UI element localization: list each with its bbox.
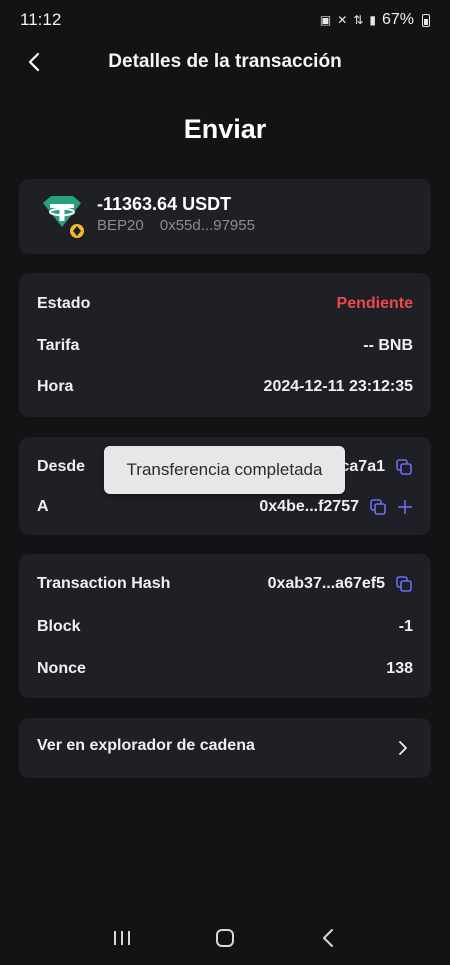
nonce-value: 138 <box>386 660 413 677</box>
battery-saver-icon: ▣ <box>319 13 332 27</box>
data-icon: ⇅ <box>353 13 364 27</box>
block-label: Block <box>37 618 81 635</box>
status-label: Estado <box>37 295 91 312</box>
fee-row: Tarifa -- BNB <box>19 331 431 361</box>
to-row: A 0x4be...f2757 <box>19 492 431 522</box>
back-icon <box>323 928 334 947</box>
home-icon <box>215 928 234 947</box>
copy-icon[interactable] <box>369 498 387 516</box>
status-value: Pendiente <box>336 295 413 312</box>
transaction-info-card: Estado Pendiente Tarifa -- BNB Hora 2024… <box>19 273 431 417</box>
back-button[interactable] <box>22 48 46 76</box>
page-title: Enviar <box>183 114 267 144</box>
recent-apps-button[interactable] <box>102 918 142 958</box>
toast-message: Transferencia completada <box>104 446 345 494</box>
to-address: 0x4be...f2757 <box>259 498 359 515</box>
header: Detalles de la transacción <box>0 40 450 84</box>
time-row: Hora 2024-12-11 23:12:35 <box>19 372 431 402</box>
asset-contract-address: 0x55d...97955 <box>159 217 255 234</box>
status-icons: ▣ ✕ ⇅ ▮ 67% <box>320 11 430 29</box>
home-button[interactable] <box>205 918 245 958</box>
asset-network: BEP20 <box>97 217 144 234</box>
mute-icon: ✕ <box>337 13 348 27</box>
status-bar: 11:12 ▣ ✕ ⇅ ▮ 67% <box>0 0 450 40</box>
nonce-row: Nonce 138 <box>19 654 431 684</box>
copy-icon[interactable] <box>395 458 413 476</box>
to-label: A <box>37 498 49 515</box>
from-label: Desde <box>37 458 86 475</box>
recent-apps-icon <box>113 930 130 945</box>
hash-value: 0xab37...a67ef5 <box>267 575 385 592</box>
copy-icon[interactable] <box>395 575 413 593</box>
status-time: 11:12 <box>20 10 62 29</box>
usdt-icon <box>43 196 86 240</box>
asset-meta: BEP20 0x55d...97955 <box>97 217 267 234</box>
header-title: Detalles de la transacción <box>108 51 342 72</box>
to-value-group: 0x4be...f2757 <box>259 498 413 516</box>
hash-label: Transaction Hash <box>37 575 171 592</box>
asset-amount: -11363.64 USDT <box>97 194 232 214</box>
chevron-right-icon <box>399 741 407 755</box>
signal-icon: ▮ <box>369 13 376 27</box>
time-label: Hora <box>37 378 74 395</box>
chain-info-card: Transaction Hash 0xab37...a67ef5 Block -… <box>19 554 431 698</box>
block-value: -1 <box>398 618 413 635</box>
hash-value-group: 0xab37...a67ef5 <box>268 575 413 593</box>
fee-label: Tarifa <box>37 337 80 354</box>
add-contact-icon[interactable] <box>397 499 413 515</box>
system-nav-bar <box>0 910 450 965</box>
explorer-label: Ver en explorador de cadena <box>37 737 255 754</box>
block-row: Block -1 <box>19 612 431 642</box>
asset-card: -11363.64 USDT BEP20 0x55d...97955 <box>19 179 431 254</box>
status-row: Estado Pendiente <box>19 289 431 319</box>
view-in-explorer-button[interactable]: Ver en explorador de cadena <box>19 718 431 778</box>
fee-value: -- BNB <box>363 337 413 354</box>
hash-row: Transaction Hash 0xab37...a67ef5 <box>19 569 431 599</box>
battery-icon <box>422 13 430 27</box>
chevron-left-icon <box>28 52 40 72</box>
nonce-label: Nonce <box>37 660 86 677</box>
battery-percent: 67% <box>381 11 414 28</box>
time-value: 2024-12-11 23:12:35 <box>263 378 413 395</box>
system-back-button[interactable] <box>308 918 348 958</box>
